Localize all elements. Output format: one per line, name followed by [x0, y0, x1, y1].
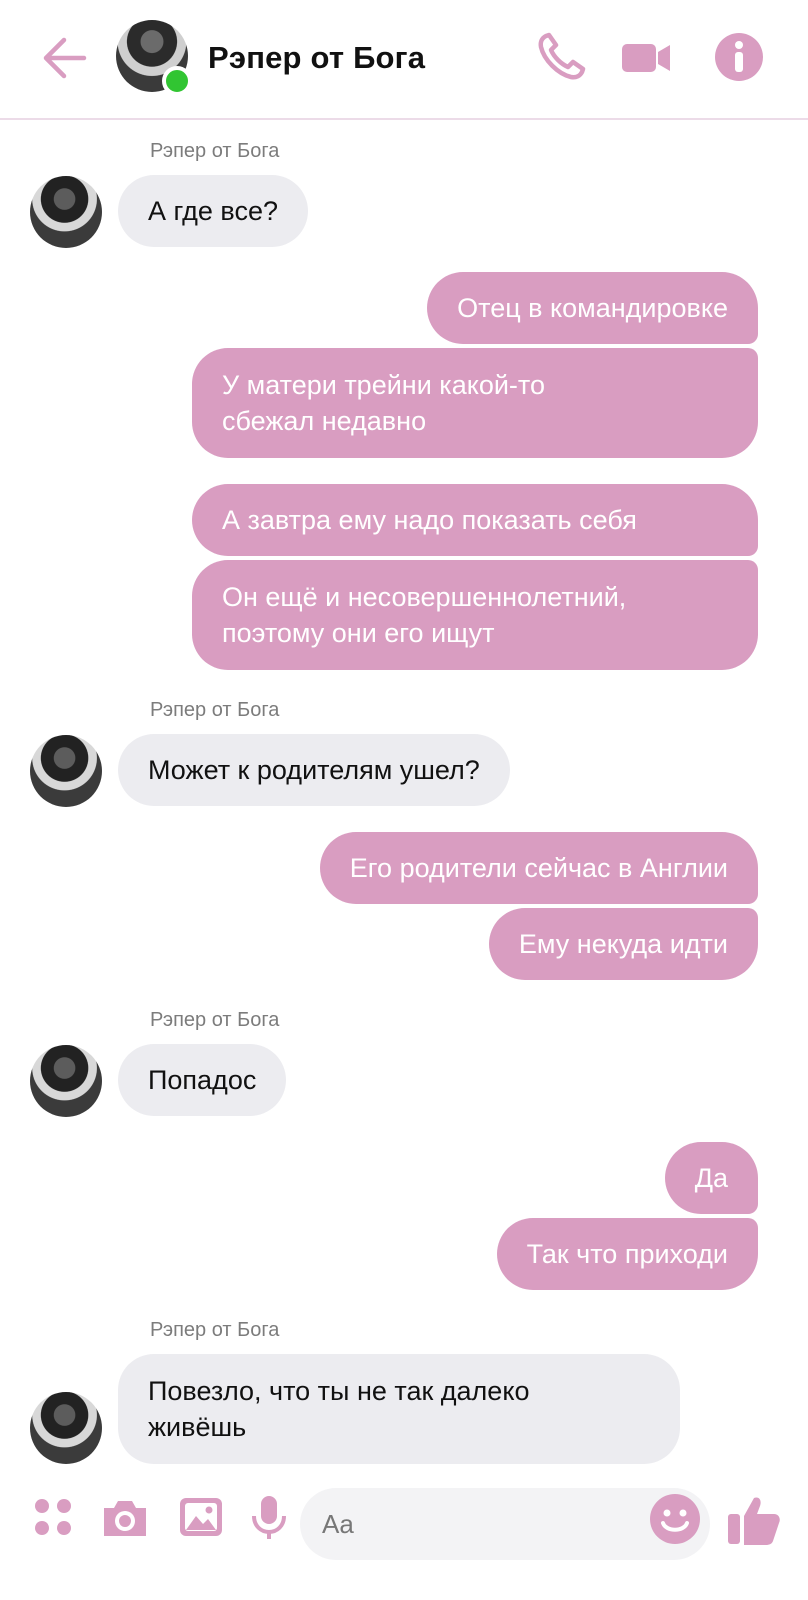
four-dots-icon [35, 1499, 71, 1535]
call-button[interactable] [534, 30, 588, 84]
outgoing-message[interactable]: У матери трейни какой-то сбежал недавно [192, 348, 758, 458]
camera-icon [104, 1501, 146, 1536]
gallery-button[interactable] [176, 1492, 226, 1542]
incoming-message[interactable]: Попадос [118, 1044, 287, 1116]
phone-icon [538, 32, 586, 80]
outgoing-message[interactable]: Его родители сейчас в Англии [319, 832, 758, 904]
message-line: У матери трейни какой-то [222, 370, 545, 400]
avatar[interactable] [30, 1045, 102, 1117]
outgoing-message[interactable]: Ему некуда идти [488, 908, 758, 980]
like-button[interactable] [724, 1490, 784, 1550]
message-line: сбежал недавно [222, 406, 427, 436]
avatar[interactable] [30, 1392, 102, 1464]
outgoing-message[interactable]: Отец в командировке [427, 272, 758, 344]
message-line: Он ещё и несовершеннолетний, [222, 582, 627, 612]
sender-name: Рэпер от Бога [150, 1319, 280, 1341]
info-icon [715, 33, 763, 81]
sender-name: Рэпер от Бога [150, 140, 280, 162]
contact-avatar[interactable] [116, 20, 192, 96]
contact-name[interactable]: Рэпер от Бога [208, 40, 425, 76]
more-actions-button[interactable] [30, 1492, 80, 1542]
avatar[interactable] [30, 735, 102, 807]
microphone-icon [252, 1496, 286, 1539]
message-line: поэтому они его ищут [222, 618, 495, 648]
emoji-button[interactable] [648, 1492, 702, 1546]
info-button[interactable] [712, 30, 766, 84]
message-composer [0, 1470, 808, 1570]
outgoing-message[interactable]: А завтра ему надо показать себя [192, 484, 758, 556]
sender-name: Рэпер от Бога [150, 699, 280, 721]
voice-message-button[interactable] [244, 1492, 294, 1542]
online-status-dot [162, 66, 192, 96]
avatar[interactable] [30, 176, 102, 248]
outgoing-message[interactable]: Так что приходи [496, 1218, 758, 1290]
smiley-icon [650, 1494, 700, 1544]
video-camera-icon [622, 44, 670, 72]
outgoing-message[interactable]: Да [664, 1142, 758, 1214]
incoming-message[interactable]: А где все? [118, 175, 308, 247]
arrow-left-icon [43, 37, 87, 79]
chat-header: Рэпер от Бога [0, 0, 808, 120]
back-button[interactable] [38, 32, 90, 84]
message-line: Повезло, что ты не так далеко [148, 1376, 530, 1406]
sender-name: Рэпер от Бога [150, 1009, 280, 1031]
thumbs-up-icon [728, 1497, 780, 1545]
outgoing-message[interactable]: Он ещё и несовершеннолетний, поэтому они… [192, 560, 758, 670]
video-call-button[interactable] [620, 30, 674, 84]
incoming-message[interactable]: Может к родителям ушел? [118, 734, 510, 806]
message-line: живёшь [148, 1412, 247, 1442]
image-icon [180, 1498, 222, 1536]
incoming-message[interactable]: Повезло, что ты не так далеко живёшь [118, 1354, 680, 1464]
camera-button[interactable] [100, 1492, 150, 1542]
